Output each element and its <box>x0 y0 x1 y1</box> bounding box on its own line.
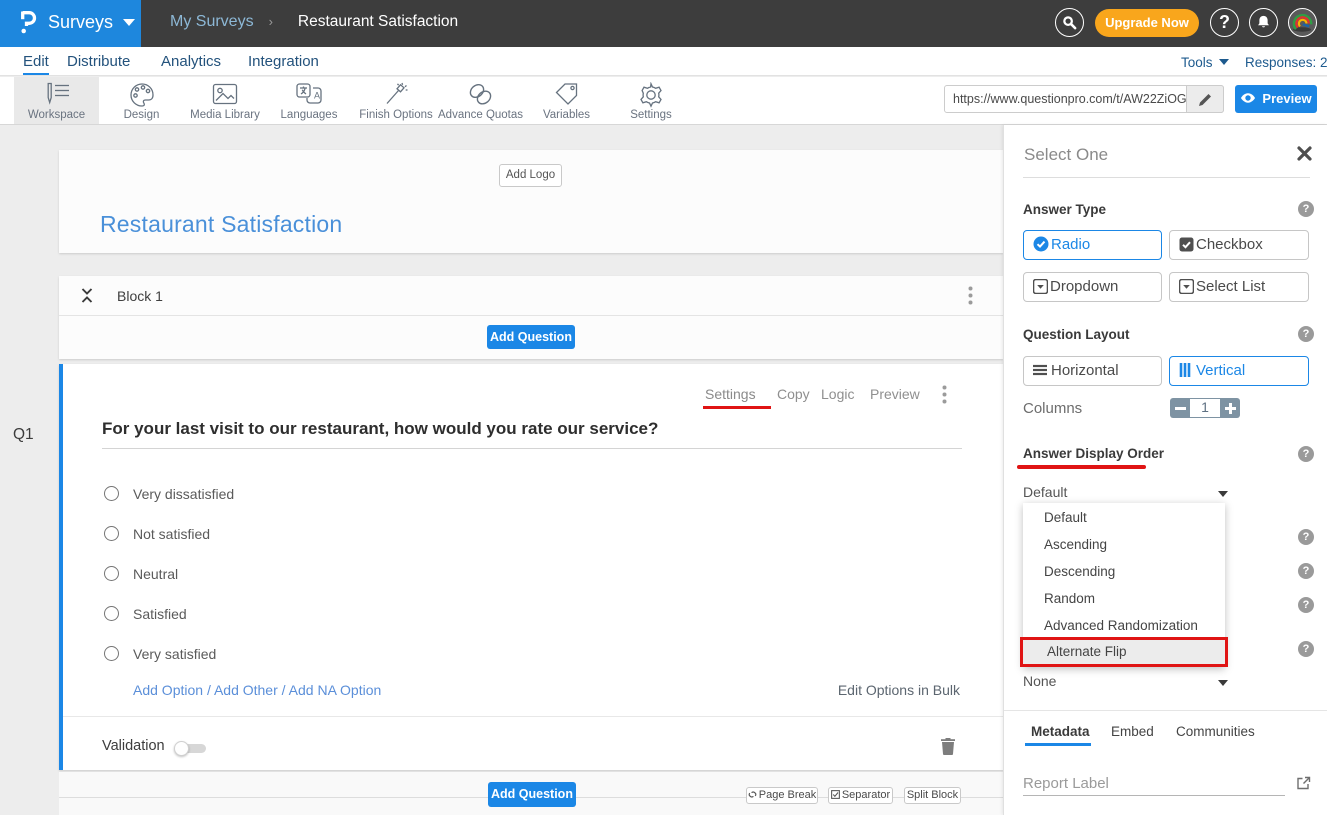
svg-text:A: A <box>314 91 320 101</box>
